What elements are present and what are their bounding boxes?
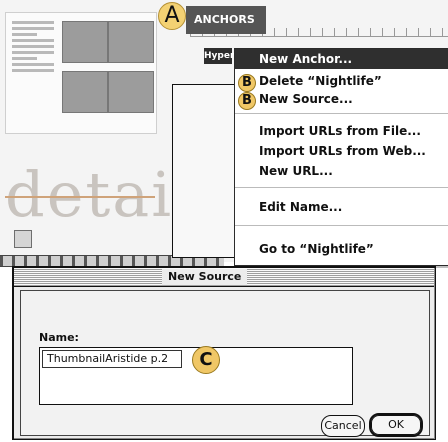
menu-item-go-to[interactable]: Go to “Nightlife” bbox=[235, 239, 448, 259]
dialog-titlebar[interactable]: New Source bbox=[14, 268, 434, 287]
dialog-title: New Source bbox=[162, 269, 248, 285]
new-source-dialog: New Source Name: ThumbnailAristide p.2 C… bbox=[12, 266, 436, 440]
image-icon[interactable] bbox=[14, 230, 32, 248]
menu-item-new-source[interactable]: New Source... bbox=[235, 89, 448, 109]
callout-b-badge: B bbox=[238, 74, 256, 92]
thumbnail-image bbox=[62, 71, 108, 113]
menu-item-import-file[interactable]: Import URLs from File... bbox=[235, 121, 448, 141]
menu-item-label: New Source... bbox=[259, 92, 353, 106]
anchor-toolbar[interactable]: ANCHORS bbox=[186, 6, 266, 34]
menu-item-label: Go to “Nightlife” bbox=[259, 242, 374, 256]
callout-a-badge: A bbox=[158, 2, 186, 30]
menu-item-label: Import URLs from Web... bbox=[259, 144, 426, 158]
decorative-line bbox=[5, 196, 155, 198]
menu-item-import-web[interactable]: Import URLs from Web... bbox=[235, 141, 448, 161]
ok-button[interactable]: OK bbox=[369, 413, 423, 437]
menu-item-new-url[interactable]: New URL... bbox=[235, 161, 448, 181]
menu-item-label: New Anchor... bbox=[259, 52, 353, 66]
page-thumbnail bbox=[5, 12, 157, 134]
context-menu: New Anchor... Delete “Nightlife” New Sou… bbox=[234, 48, 448, 266]
menu-item-edit-name[interactable]: Edit Name... bbox=[235, 197, 448, 217]
thumbnail-image bbox=[62, 21, 108, 63]
callout-b-badge: B bbox=[238, 92, 256, 110]
menu-item-label: Edit Name... bbox=[259, 200, 343, 214]
callout-c-badge: C bbox=[192, 346, 220, 374]
menu-separator bbox=[235, 113, 448, 114]
menu-item-label: Delete “Nightlife” bbox=[259, 74, 382, 88]
name-input[interactable]: ThumbnailAristide p.2 bbox=[42, 350, 182, 368]
menu-separator bbox=[235, 187, 448, 188]
menu-item-delete[interactable]: Delete “Nightlife” bbox=[235, 71, 448, 91]
dialog-content: Name: ThumbnailAristide p.2 C Cancel OK bbox=[20, 290, 430, 437]
hyper-tag: Hyper bbox=[204, 48, 234, 64]
anchor-toolbar-label: ANCHORS bbox=[194, 13, 255, 26]
menu-item-label: New URL... bbox=[259, 164, 333, 178]
anchor-panel-frame bbox=[172, 84, 236, 258]
menu-item-new-anchor[interactable]: New Anchor... bbox=[235, 49, 448, 69]
menu-item-label: Import URLs from File... bbox=[259, 124, 421, 138]
menu-separator bbox=[235, 225, 448, 226]
cancel-button[interactable]: Cancel bbox=[321, 415, 365, 437]
text-column bbox=[12, 21, 54, 125]
thumbnail-image bbox=[108, 21, 154, 63]
thumbnail-image bbox=[108, 71, 154, 113]
name-label: Name: bbox=[39, 331, 79, 344]
name-field-group: ThumbnailAristide p.2 C bbox=[39, 346, 353, 405]
